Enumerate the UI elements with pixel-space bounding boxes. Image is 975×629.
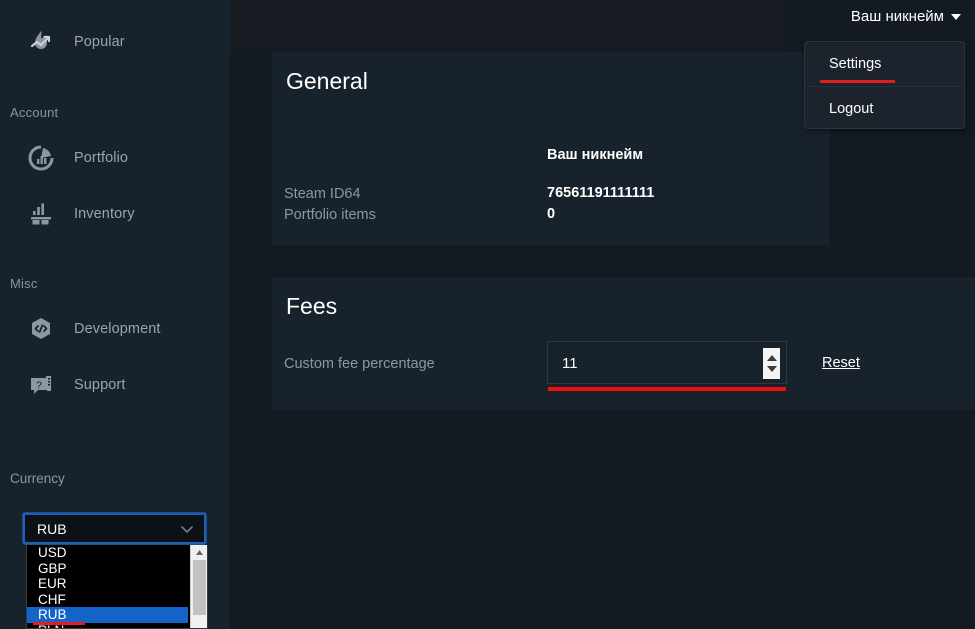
annotation-underline-currency	[33, 622, 85, 625]
general-panel: General Ваш никнейм Steam ID64 765611911…	[272, 52, 830, 245]
portfolio-items-value: 0	[547, 206, 556, 222]
currency-option[interactable]: USD	[27, 545, 188, 561]
currency-option[interactable]: CHF	[27, 592, 188, 608]
currency-options-list[interactable]: USD GBP EUR CHF RUB PLN	[26, 545, 208, 629]
caret-down-icon	[951, 13, 961, 20]
steam-id-label: Steam ID64	[284, 186, 361, 202]
sidebar-item-label: Popular	[74, 34, 125, 50]
scroll-up-arrow-icon[interactable]	[191, 545, 207, 560]
menu-item-logout[interactable]: Logout	[805, 86, 964, 130]
currency-option-selected[interactable]: RUB	[27, 607, 188, 623]
chevron-down-icon	[180, 522, 194, 536]
sidebar-item-label: Development	[74, 321, 161, 337]
topbar	[230, 0, 790, 52]
currency-list-scrollbar[interactable]	[190, 545, 207, 628]
fire-trending-icon	[24, 25, 58, 59]
sidebar-item-label: Inventory	[74, 206, 135, 222]
annotation-underline-settings	[820, 80, 895, 83]
nickname-value: Ваш никнейм	[547, 147, 644, 163]
sidebar: Popular Account Portfolio Inventory Misc…	[0, 0, 230, 629]
user-menu-trigger[interactable]: Ваш никнейм	[851, 8, 961, 25]
custom-fee-label: Custom fee percentage	[284, 356, 435, 372]
code-hexagon-icon	[24, 312, 58, 346]
svg-text:?: ?	[36, 380, 42, 392]
currency-option[interactable]: GBP	[27, 561, 188, 577]
sidebar-item-label: Portfolio	[74, 150, 129, 166]
sidebar-item-development[interactable]: Development	[0, 307, 230, 351]
app-root: Popular Account Portfolio Inventory Misc…	[0, 0, 975, 629]
question-bubble-icon: ?	[24, 368, 58, 402]
sidebar-item-popular[interactable]: Popular	[0, 20, 230, 64]
sidebar-item-label: Support	[74, 377, 126, 393]
username-label: Ваш никнейм	[850, 8, 944, 25]
currency-select[interactable]: RUB	[22, 512, 207, 545]
sidebar-item-portfolio[interactable]: Portfolio	[0, 136, 230, 180]
user-dropdown-menu[interactable]: Settings Logout	[804, 41, 965, 129]
number-stepper[interactable]	[763, 348, 780, 379]
currency-option[interactable]: EUR	[27, 576, 188, 592]
scrollbar-thumb[interactable]	[193, 560, 206, 615]
sidebar-section-account: Account	[10, 105, 59, 120]
custom-fee-value: 11	[562, 355, 578, 372]
stepper-up-icon[interactable]	[766, 355, 777, 361]
inventory-box-icon	[24, 197, 58, 231]
sidebar-item-support[interactable]: ? Support	[0, 363, 230, 407]
fees-panel: Fees Custom fee percentage 11 Reset	[272, 277, 975, 410]
main-content: General Ваш никнейм Steam ID64 765611911…	[230, 52, 975, 629]
reset-link[interactable]: Reset	[822, 355, 860, 371]
steam-id-value: 76561191111111	[547, 185, 655, 201]
portfolio-items-label: Portfolio items	[284, 207, 376, 223]
donut-chart-icon	[24, 141, 58, 175]
stepper-down-icon[interactable]	[766, 366, 777, 372]
sidebar-section-misc: Misc	[10, 276, 38, 291]
general-panel-title: General	[286, 68, 368, 94]
fees-panel-title: Fees	[286, 293, 338, 319]
sidebar-item-inventory[interactable]: Inventory	[0, 192, 230, 236]
custom-fee-input[interactable]: 11	[547, 341, 787, 384]
currency-label: Currency	[10, 471, 65, 486]
annotation-underline-fee	[548, 387, 786, 391]
currency-selected-value: RUB	[37, 520, 67, 537]
